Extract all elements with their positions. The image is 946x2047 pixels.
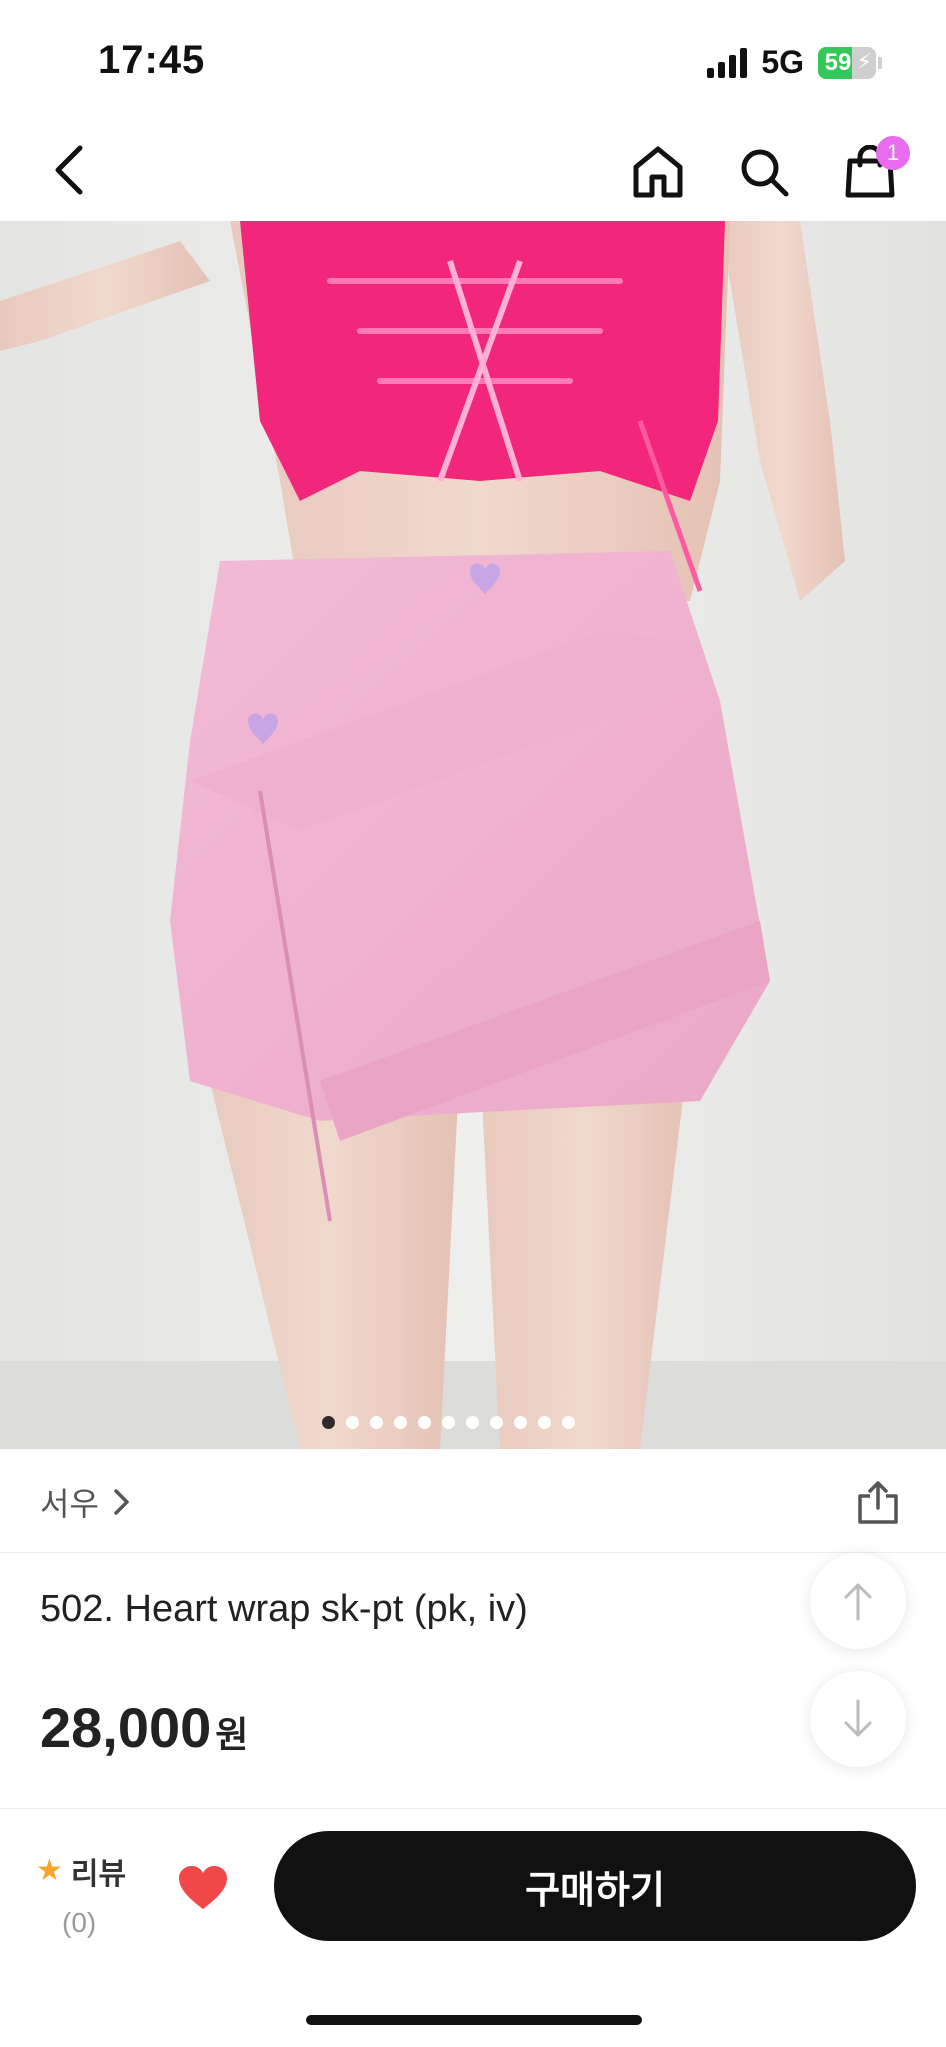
scroll-bottom-button[interactable] xyxy=(810,1671,906,1767)
nav-bar: 1 xyxy=(0,120,946,220)
search-button[interactable] xyxy=(728,136,800,208)
heart-icon xyxy=(179,1866,227,1909)
review-label: 리뷰 xyxy=(70,1858,127,1891)
back-button[interactable] xyxy=(42,142,98,198)
home-button[interactable] xyxy=(622,136,694,208)
arrow-down-icon xyxy=(844,1699,872,1737)
carousel-dots[interactable] xyxy=(0,1416,946,1429)
share-button[interactable] xyxy=(850,1475,906,1531)
review-button[interactable]: ★ 리뷰 (0) xyxy=(36,1849,146,1939)
seller-name: 서우 xyxy=(40,1486,99,1522)
home-indicator xyxy=(306,2015,642,2025)
carousel-dot[interactable] xyxy=(393,1416,407,1429)
status-time: 17:45 xyxy=(98,38,206,82)
carousel-dot[interactable] xyxy=(321,1416,335,1429)
carousel-dot[interactable] xyxy=(441,1416,455,1429)
seller-row: 서우 xyxy=(0,1449,946,1553)
price-currency: 원 xyxy=(215,1714,249,1755)
product-name: 502. Heart wrap sk-pt (pk, iv) xyxy=(40,1588,528,1630)
home-icon xyxy=(633,146,683,198)
battery-icon: 59 ⚡ xyxy=(818,46,882,79)
signal-icon xyxy=(707,47,748,78)
carousel-dot[interactable] xyxy=(369,1416,383,1429)
arrow-up-icon xyxy=(844,1583,872,1621)
carousel-dot[interactable] xyxy=(345,1416,359,1429)
price-value: 28,000 xyxy=(40,1696,212,1759)
status-bar: 17:45 5G 59 ⚡ xyxy=(0,0,946,120)
chevron-right-icon xyxy=(114,1489,129,1515)
product-photo xyxy=(0,221,946,1449)
review-count: (0) xyxy=(62,1907,97,1938)
cart-count-badge: 1 xyxy=(876,136,910,170)
like-button[interactable] xyxy=(172,1857,234,1919)
bottom-action-bar: ★ 리뷰 (0) 구매하기 xyxy=(0,1808,946,2047)
charging-bolt-icon: ⚡ xyxy=(856,48,872,74)
nav-actions: 1 xyxy=(622,136,910,208)
product-image-carousel[interactable] xyxy=(0,221,946,1449)
carousel-dot[interactable] xyxy=(537,1416,551,1429)
seller-link[interactable]: 서우 xyxy=(40,1479,131,1525)
price: 28,000 원 xyxy=(40,1695,248,1760)
carousel-dot[interactable] xyxy=(417,1416,431,1429)
carousel-dot[interactable] xyxy=(513,1416,527,1429)
scroll-top-button[interactable] xyxy=(810,1553,906,1649)
network-label: 5G xyxy=(761,44,804,80)
carousel-dot[interactable] xyxy=(489,1416,503,1429)
star-icon: ★ xyxy=(36,1854,63,1887)
cart-button[interactable]: 1 xyxy=(834,136,910,208)
battery-percent: 59 xyxy=(824,48,852,76)
buy-button[interactable]: 구매하기 xyxy=(274,1831,916,1941)
share-icon xyxy=(858,1481,898,1524)
search-icon xyxy=(741,149,789,197)
chevron-left-icon xyxy=(55,145,83,195)
carousel-dot[interactable] xyxy=(561,1416,575,1429)
status-indicators: 5G 59 ⚡ xyxy=(707,44,882,81)
carousel-dot[interactable] xyxy=(465,1416,479,1429)
